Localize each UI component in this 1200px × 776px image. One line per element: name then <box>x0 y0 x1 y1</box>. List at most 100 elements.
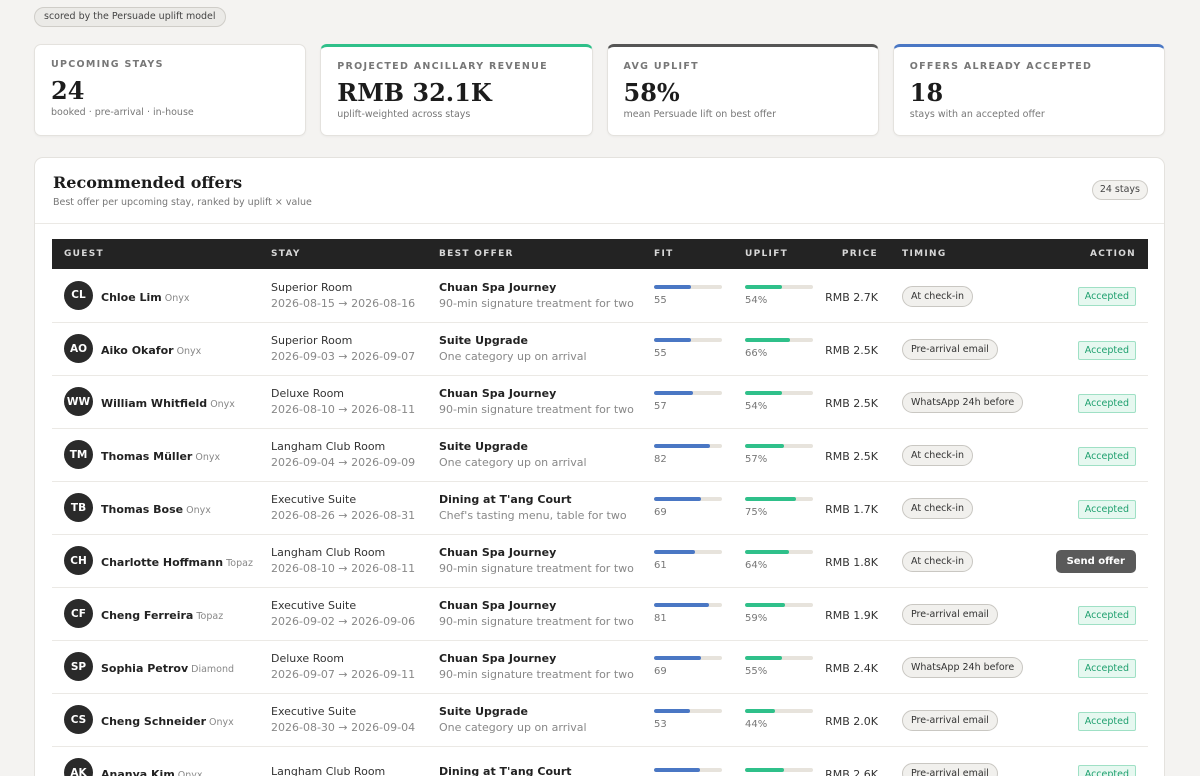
action-cell: Accepted <box>1041 587 1148 640</box>
price-cell: RMB 2.4K <box>823 640 890 693</box>
fit-bar-fill <box>654 497 701 501</box>
fit-bar <box>654 709 722 713</box>
price-cell: RMB 1.8K <box>823 534 890 587</box>
guest-name[interactable]: Cheng Ferreira <box>101 609 193 622</box>
room-type: Deluxe Room <box>271 652 345 665</box>
col-price[interactable]: PRICE <box>823 239 890 269</box>
timing-pill[interactable]: Pre-arrival email <box>902 339 998 360</box>
fit-bar-fill <box>654 603 710 607</box>
timing-pill[interactable]: WhatsApp 24h before <box>902 657 1024 678</box>
guest-name[interactable]: Thomas Müller <box>101 450 192 463</box>
table-row[interactable]: AO Aiko Okafor Onyx Superior Room 2026-09… <box>52 322 1148 375</box>
room-type: Langham Club Room <box>271 440 386 453</box>
fit-cell: 55 <box>642 269 733 322</box>
action-cell: Accepted <box>1041 322 1148 375</box>
guest-name[interactable]: Charlotte Hoffmann <box>101 556 223 569</box>
guest-name[interactable]: Ananya Kim <box>101 768 175 776</box>
action-cell: Accepted <box>1041 640 1148 693</box>
fit-cell: 61 <box>642 534 733 587</box>
offer-name: Chuan Spa Journey <box>439 599 557 612</box>
timing-cell: Pre-arrival email <box>890 693 1041 746</box>
timing-pill[interactable]: Pre-arrival email <box>902 604 998 625</box>
col-guest[interactable]: GUEST <box>52 239 259 269</box>
guest-name[interactable]: Thomas Bose <box>101 503 183 516</box>
timing-cell: Pre-arrival email <box>890 322 1041 375</box>
uplift-bar <box>745 656 813 660</box>
timing-pill[interactable]: At check-in <box>902 498 973 519</box>
offer-cell: Chuan Spa Journey 90-min signature treat… <box>427 587 642 640</box>
uplift-bar-fill <box>745 550 789 554</box>
fit-cell: 55 <box>642 322 733 375</box>
col-uplift[interactable]: UPLIFT <box>733 239 823 269</box>
timing-cell: At check-in <box>890 481 1041 534</box>
timing-pill[interactable]: At check-in <box>902 445 973 466</box>
table-row[interactable]: CH Charlotte Hoffmann Topaz Langham Club … <box>52 534 1148 587</box>
kpi-value: RMB 32.1K <box>337 78 492 107</box>
offer-description: One category up on arrival <box>439 721 587 734</box>
fit-bar-fill <box>654 284 692 289</box>
table-row[interactable]: SP Sophia Petrov Diamond Deluxe Room 2026… <box>52 640 1148 693</box>
guest-cell: TM Thomas Müller Onyx <box>52 428 259 481</box>
table-row[interactable]: CF Cheng Ferreira Topaz Executive Suite 2… <box>52 587 1148 640</box>
timing-pill[interactable]: Pre-arrival email <box>902 763 998 776</box>
room-type: Executive Suite <box>271 493 357 506</box>
table-row[interactable]: AK Ananya Kim Onyx Langham Club Room Dini… <box>52 746 1148 776</box>
guest-name[interactable]: Chloe Lim <box>101 291 162 304</box>
stay-dates: 2026-08-26 → 2026-08-31 <box>271 509 416 522</box>
fit-score: 69 <box>654 507 667 518</box>
kpi-upcoming-stays: UPCOMING STAYS 24 booked · pre-arrival ·… <box>34 44 307 136</box>
kpi-label: AVG UPLIFT <box>623 61 699 72</box>
uplift-percent: 54% <box>745 401 768 412</box>
uplift-percent: 66% <box>745 348 768 359</box>
table-row[interactable]: TB Thomas Bose Onyx Executive Suite 2026-… <box>52 481 1148 534</box>
stay-dates: 2026-08-10 → 2026-08-11 <box>271 562 416 575</box>
timing-pill[interactable]: Pre-arrival email <box>902 710 998 731</box>
price-cell: RMB 2.6K <box>823 746 890 776</box>
table-row[interactable]: WW William Whitfield Onyx Deluxe Room 202… <box>52 375 1148 428</box>
col-timing[interactable]: TIMING <box>890 239 1041 269</box>
col-stay[interactable]: STAY <box>259 239 427 269</box>
avatar: CL <box>64 280 93 310</box>
timing-pill[interactable]: At check-in <box>902 551 973 572</box>
guest-name[interactable]: William Whitfield <box>101 397 207 410</box>
uplift-bar <box>745 497 813 501</box>
offer-cell: Suite Upgrade One category up on arrival <box>427 693 642 746</box>
guest-tier: Onyx <box>176 346 202 357</box>
guest-cell: SP Sophia Petrov Diamond <box>52 640 259 693</box>
fit-cell: 69 <box>642 640 733 693</box>
col-fit[interactable]: FIT <box>642 239 733 269</box>
uplift-bar <box>745 603 813 607</box>
offer-name: Chuan Spa Journey <box>439 546 557 559</box>
table-row[interactable]: TM Thomas Müller Onyx Langham Club Room 2… <box>52 428 1148 481</box>
timing-pill[interactable]: At check-in <box>902 285 973 307</box>
stays-count-badge: 24 stays <box>1091 180 1148 200</box>
col-action[interactable]: ACTION <box>1041 239 1148 269</box>
offer-description: 90-min signature treatment for two <box>439 403 634 416</box>
fit-score: 55 <box>654 294 667 306</box>
fit-cell <box>642 746 733 776</box>
stay-dates: 2026-09-03 → 2026-09-07 <box>271 350 416 363</box>
send-offer-button[interactable]: Send offer <box>1055 549 1136 573</box>
uplift-bar-fill <box>745 338 790 342</box>
fit-bar <box>654 444 722 448</box>
guest-name[interactable]: Sophia Petrov <box>101 662 188 675</box>
guest-cell: WW William Whitfield Onyx <box>52 375 259 428</box>
offer-price: RMB 2.5K <box>825 450 878 463</box>
fit-bar <box>654 391 722 395</box>
table-row[interactable]: CL Chloe Lim Onyx Superior Room 2026-08-1… <box>52 269 1148 322</box>
stay-cell: Superior Room 2026-08-15 → 2026-08-16 <box>259 269 427 322</box>
panel-header: Recommended offers Best offer per upcomi… <box>35 158 1164 224</box>
guest-name[interactable]: Cheng Schneider <box>101 715 206 728</box>
guest-name[interactable]: Aiko Okafor <box>101 344 174 357</box>
col-best-offer[interactable]: BEST OFFER <box>427 239 642 269</box>
guest-cell: CF Cheng Ferreira Topaz <box>52 587 259 640</box>
uplift-bar-fill <box>745 284 782 289</box>
uplift-cell: 54% <box>733 269 823 322</box>
uplift-percent: 55% <box>745 666 768 677</box>
table-row[interactable]: CS Cheng Schneider Onyx Executive Suite 2… <box>52 693 1148 746</box>
offer-name: Dining at T'ang Court <box>439 764 572 776</box>
fit-score: 81 <box>654 613 667 624</box>
fit-bar <box>654 656 722 660</box>
accepted-badge: Accepted <box>1077 393 1136 413</box>
timing-pill[interactable]: WhatsApp 24h before <box>902 392 1024 413</box>
